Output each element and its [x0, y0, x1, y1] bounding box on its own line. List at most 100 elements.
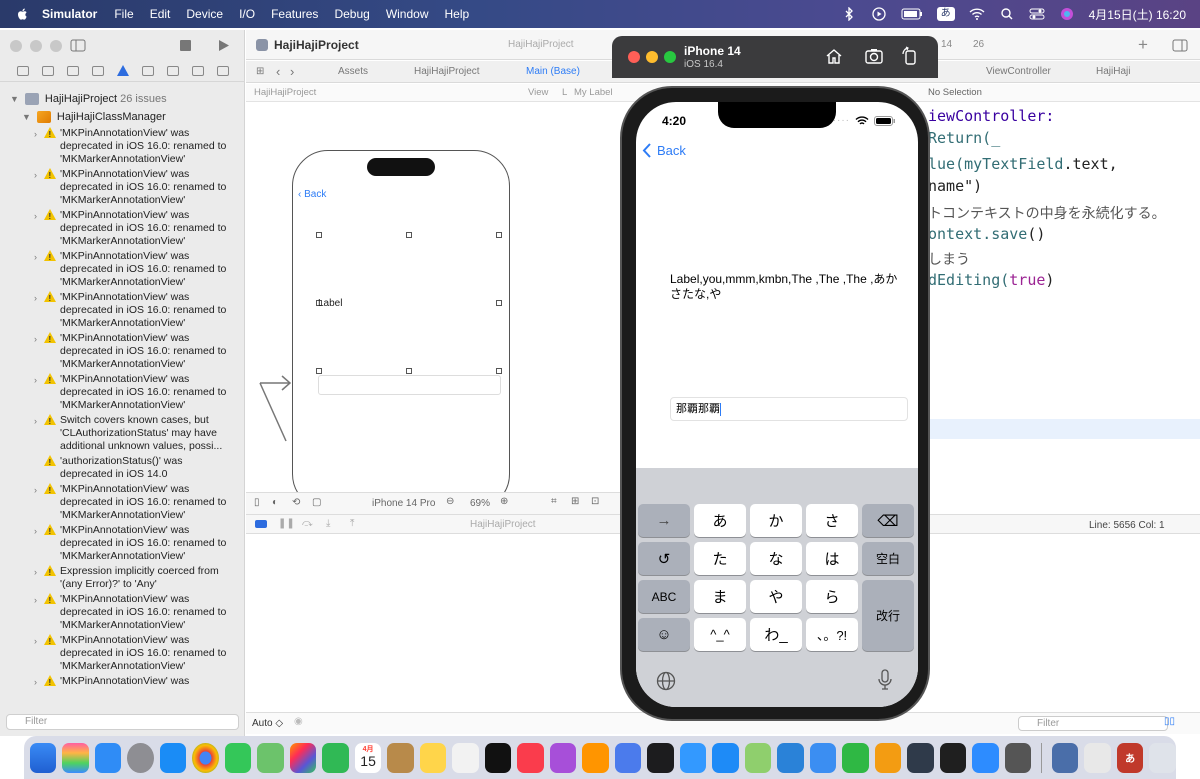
menu-edit[interactable]: Edit [150, 7, 171, 21]
key-na[interactable]: な [750, 542, 802, 575]
disclosure-right-icon[interactable]: › [34, 635, 37, 648]
key-punctuation[interactable]: 、。?! [806, 618, 858, 651]
podcasts-icon[interactable] [549, 742, 577, 773]
zoom-in-icon[interactable]: ⊕ [500, 496, 508, 507]
disclosure-right-icon[interactable]: › [34, 566, 37, 579]
search-icon[interactable] [999, 7, 1015, 21]
constraints-icon[interactable]: ⊡ [591, 496, 599, 507]
debug-icon[interactable] [166, 65, 179, 76]
resize-handle[interactable] [406, 368, 412, 374]
close-button[interactable] [10, 40, 22, 52]
contacts-icon[interactable] [387, 742, 414, 773]
menu-features[interactable]: Features [271, 7, 318, 21]
tab-viewcontroller[interactable]: ViewController [986, 66, 1051, 77]
chrome-icon[interactable] [192, 742, 219, 773]
disclosure-right-icon[interactable]: › [34, 292, 37, 305]
resize-handle[interactable] [316, 368, 322, 374]
disclosure-right-icon[interactable]: › [34, 484, 37, 497]
zoom-out-icon[interactable]: ⊖ [446, 496, 454, 507]
menu-io[interactable]: I/O [239, 7, 255, 21]
resize-handle[interactable] [316, 232, 322, 238]
issue-item[interactable]: › 'MKPinAnnotationView' was deprecated in… [0, 372, 245, 413]
screen-sharing-icon[interactable] [907, 742, 934, 773]
key-ka[interactable]: か [750, 504, 802, 537]
calculator-icon[interactable] [1004, 742, 1032, 773]
key-space[interactable]: 空白 [862, 542, 914, 575]
messages-icon[interactable] [224, 742, 252, 773]
sidebar-toggle-icon[interactable] [70, 39, 86, 52]
issue-item[interactable]: 'authorizationStatus()' was deprecated i… [0, 454, 245, 482]
issue-item[interactable]: › 'MKPinAnnotationView' was deprecated in… [0, 167, 245, 208]
key-ha[interactable]: は [806, 542, 858, 575]
disclosure-right-icon[interactable]: › [34, 415, 37, 428]
books-icon[interactable] [582, 742, 609, 773]
apple-tv-icon[interactable] [484, 742, 512, 773]
key-emoji[interactable]: ☺ [638, 618, 690, 651]
terminal-icon[interactable] [939, 742, 967, 773]
report-icon[interactable] [216, 65, 229, 76]
preview-icon[interactable] [744, 742, 772, 773]
disclosure-right-icon[interactable]: › [34, 333, 37, 346]
split-view-icon[interactable]: ▯▯ [1164, 716, 1175, 727]
iphone-screen[interactable]: 4:20 ···· Back Label,you,mmm,kmbn,The ,T… [636, 102, 918, 707]
apple-icon[interactable] [16, 7, 30, 21]
tab-main-storyboard[interactable]: Main (Base) [526, 66, 580, 77]
key-return[interactable]: 改行 [862, 580, 914, 651]
segue-arrow-icon[interactable] [256, 373, 292, 443]
key-next-arrow[interactable]: → [638, 504, 690, 537]
code-editor[interactable]: iewController: Return(_ lue(myTextField.… [920, 103, 1200, 493]
minimize-button[interactable] [30, 40, 42, 52]
keynote-icon[interactable] [809, 742, 837, 773]
orientation-icon[interactable]: ⟲ [292, 497, 300, 508]
issue-item[interactable]: › 'MKPinAnnotationView' was deprecated in… [0, 482, 245, 523]
system-settings-icon[interactable] [127, 742, 154, 773]
jumpbar-view[interactable]: View [528, 87, 548, 98]
zoom-button[interactable] [50, 40, 62, 52]
storyboard-label[interactable]: Label [318, 298, 342, 309]
menubar-clock[interactable]: 4月15日(土) 16:20 [1089, 6, 1186, 23]
folder-icon[interactable] [16, 65, 29, 76]
my-text-field[interactable]: 那覇那覇 [670, 397, 908, 421]
notes-icon[interactable] [419, 742, 447, 773]
step-in-icon[interactable]: ⤓ [326, 518, 330, 529]
microphone-icon[interactable] [877, 669, 893, 691]
symbol-icon[interactable] [66, 65, 79, 76]
menu-window[interactable]: Window [386, 7, 429, 21]
close-button[interactable] [628, 51, 640, 63]
rotate-icon[interactable] [900, 46, 920, 66]
facetime-icon[interactable] [322, 742, 349, 773]
navigator-filter-input[interactable]: Filter [6, 714, 239, 730]
issue-item[interactable]: › Expression implicitly coerced from '(an… [0, 564, 245, 592]
key-kaomoji[interactable]: ^_^ [694, 618, 746, 651]
console-filter-input[interactable]: Filter [1018, 716, 1168, 731]
disclosure-right-icon[interactable]: › [34, 525, 37, 538]
reminders-icon[interactable] [452, 742, 479, 773]
jumpbar-project[interactable]: HajiHajiProject [254, 87, 316, 98]
key-delete[interactable]: ⌫ [862, 504, 914, 537]
issue-item[interactable]: › 'MKPinAnnotationView' was deprecated in… [0, 331, 245, 372]
key-a[interactable]: あ [694, 504, 746, 537]
minimize-button[interactable] [646, 51, 658, 63]
storyboard-back-button[interactable]: ‹ Back [298, 189, 326, 200]
align-icon[interactable]: ⊞ [571, 496, 579, 507]
calendar-icon[interactable]: 4月 15 [354, 742, 382, 773]
menu-debug[interactable]: Debug [334, 7, 369, 21]
device-size-icon[interactable]: ▢ [312, 497, 321, 508]
run-icon[interactable] [218, 39, 230, 52]
disclosure-right-icon[interactable]: › [34, 251, 37, 264]
mail-icon[interactable] [94, 742, 122, 773]
key-ma[interactable]: ま [694, 580, 746, 613]
home-icon[interactable] [824, 46, 844, 66]
play-circle-icon[interactable] [871, 7, 887, 21]
bluetooth-icon[interactable] [841, 7, 857, 21]
step-over-icon[interactable]: ⤼ [302, 518, 313, 529]
disclosure-down-icon[interactable]: ▼ [22, 112, 31, 122]
issue-item[interactable]: › 'MKPinAnnotationView' was deprecated in… [0, 249, 245, 290]
simulator-icon[interactable] [679, 742, 707, 773]
tab-project[interactable]: HajiHajiProject [414, 66, 480, 77]
tab-assets[interactable]: Assets [338, 66, 368, 77]
variables-scope-selector[interactable]: Auto ◇ [252, 718, 283, 729]
music-icon[interactable] [517, 742, 544, 773]
wifi-icon[interactable] [969, 7, 985, 21]
grid-icon[interactable]: ⊞ [256, 66, 264, 77]
